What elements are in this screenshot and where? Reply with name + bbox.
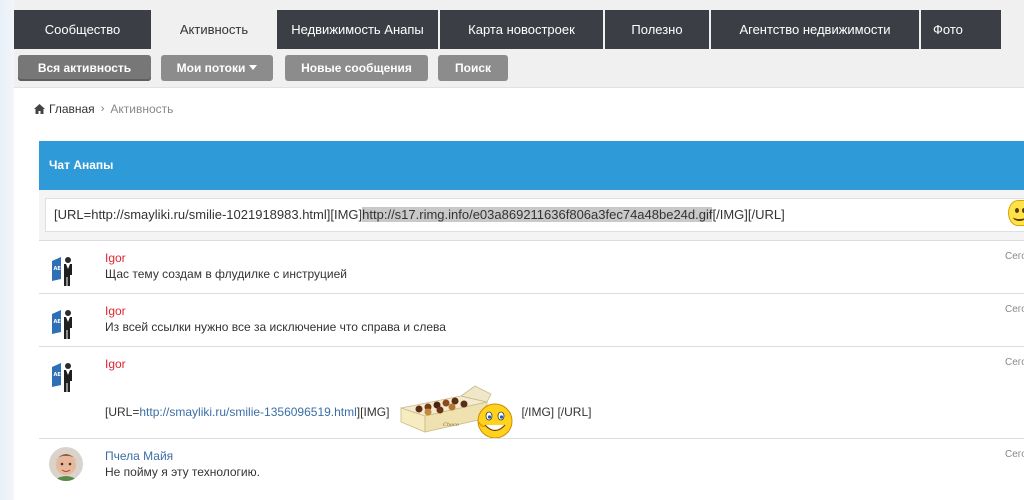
svg-text:AE: AE [54, 266, 62, 272]
avatar[interactable]: AE [51, 306, 77, 340]
chat-header: Чат Анапы [39, 141, 1024, 190]
message-time: Сего [1005, 251, 1024, 262]
message-time: Сего [1005, 304, 1024, 315]
chat-input-suffix: [/IMG][/URL] [712, 207, 785, 222]
page: Сообщество Активность Недвижимость Анапы… [14, 0, 1024, 500]
chat-message: AE Igor Щас тему создам в флудилке с инс… [39, 240, 1024, 293]
message-text-prefix: [URL= [105, 405, 140, 419]
message-text: Не пойму я эту технологию. [105, 465, 260, 479]
new-messages-button[interactable]: Новые сообщения [285, 55, 428, 81]
top-navigation: Сообщество Активность Недвижимость Анапы… [14, 0, 1024, 49]
caret-down-icon [249, 65, 258, 70]
breadcrumb-current: Активность [110, 102, 174, 116]
message-text: [URL= http://smayliki.ru/smilie-135609651… [105, 382, 591, 442]
chat-messages: AE Igor Щас тему создам в флудилке с инс… [39, 240, 1024, 498]
my-streams-button[interactable]: Мои потоки [161, 55, 273, 81]
chevron-right-icon: › [100, 103, 105, 115]
chat-message: AE Igor Из всей ссылки нужно все за искл… [39, 293, 1024, 346]
message-time: Сего [1005, 357, 1024, 368]
tab-realty-agency[interactable]: Агентство недвижимости [711, 10, 919, 49]
breadcrumb-home-label: Главная [49, 102, 95, 116]
message-author[interactable]: Igor [105, 357, 126, 371]
message-text-suffix: [/IMG] [/URL] [521, 405, 592, 419]
chat-message-input[interactable]: [URL=http://smayliki.ru/smilie-102191898… [45, 198, 1024, 232]
avatar[interactable]: AE [51, 359, 77, 393]
tab-photo[interactable]: Фото [921, 10, 1001, 49]
breadcrumb-home[interactable]: Главная [34, 102, 95, 116]
message-text: Из всей ссылки нужно все за исключение ч… [105, 320, 446, 334]
chat-message: Пчела Майя Не пойму я эту технологию. Се… [39, 438, 1024, 498]
message-author[interactable]: Пчела Майя [105, 449, 173, 463]
tab-useful[interactable]: Полезно [605, 10, 709, 49]
chat-message: AE Igor Сего [URL=http://smayliki.ru/smi… [39, 346, 1024, 439]
chat-input-selection: http://s17.rimg.info/e03a869211636f806a3… [362, 207, 713, 222]
home-icon [34, 104, 45, 114]
svg-text:Choco: Choco [443, 422, 459, 428]
main-tabs: Сообщество Активность Недвижимость Анапы… [14, 10, 1003, 49]
avatar[interactable]: AE [51, 253, 77, 287]
message-author[interactable]: Igor [105, 251, 126, 265]
tab-anapa-realty[interactable]: Недвижимость Анапы [277, 10, 438, 49]
tab-activity[interactable]: Активность [153, 10, 275, 49]
message-link[interactable]: http://smayliki.ru/smilie-1356096519.htm… [139, 405, 356, 419]
message-author[interactable]: Igor [105, 304, 126, 318]
chat-input-area: [URL=http://smayliki.ru/smilie-102191898… [39, 190, 1024, 240]
sub-navigation: Вся активность Мои потоки Новые сообщени… [14, 49, 1024, 88]
tab-community[interactable]: Сообщество [14, 10, 151, 49]
tab-new-buildings-map[interactable]: Карта новостроек [440, 10, 603, 49]
svg-text:AE: AE [54, 319, 62, 325]
avatar[interactable] [49, 447, 83, 481]
message-text: Щас тему создам в флудилке с инструцией [105, 267, 347, 281]
message-text-mid: ][IMG] [356, 405, 390, 419]
search-button[interactable]: Поиск [438, 55, 508, 81]
chat-input-prefix: [URL=http://smayliki.ru/smilie-102191898… [54, 207, 363, 222]
svg-text:AE: AE [54, 372, 62, 378]
smiley-icon[interactable] [1008, 200, 1024, 226]
all-activity-button[interactable]: Вся активность [18, 55, 151, 81]
message-time: Сего [1005, 449, 1024, 460]
chocolate-box-smiley-icon: Choco [399, 385, 513, 439]
chat-title: Чат Анапы [49, 158, 114, 172]
my-streams-label: Мои потоки [176, 61, 246, 75]
breadcrumb: Главная › Активность [34, 101, 173, 117]
